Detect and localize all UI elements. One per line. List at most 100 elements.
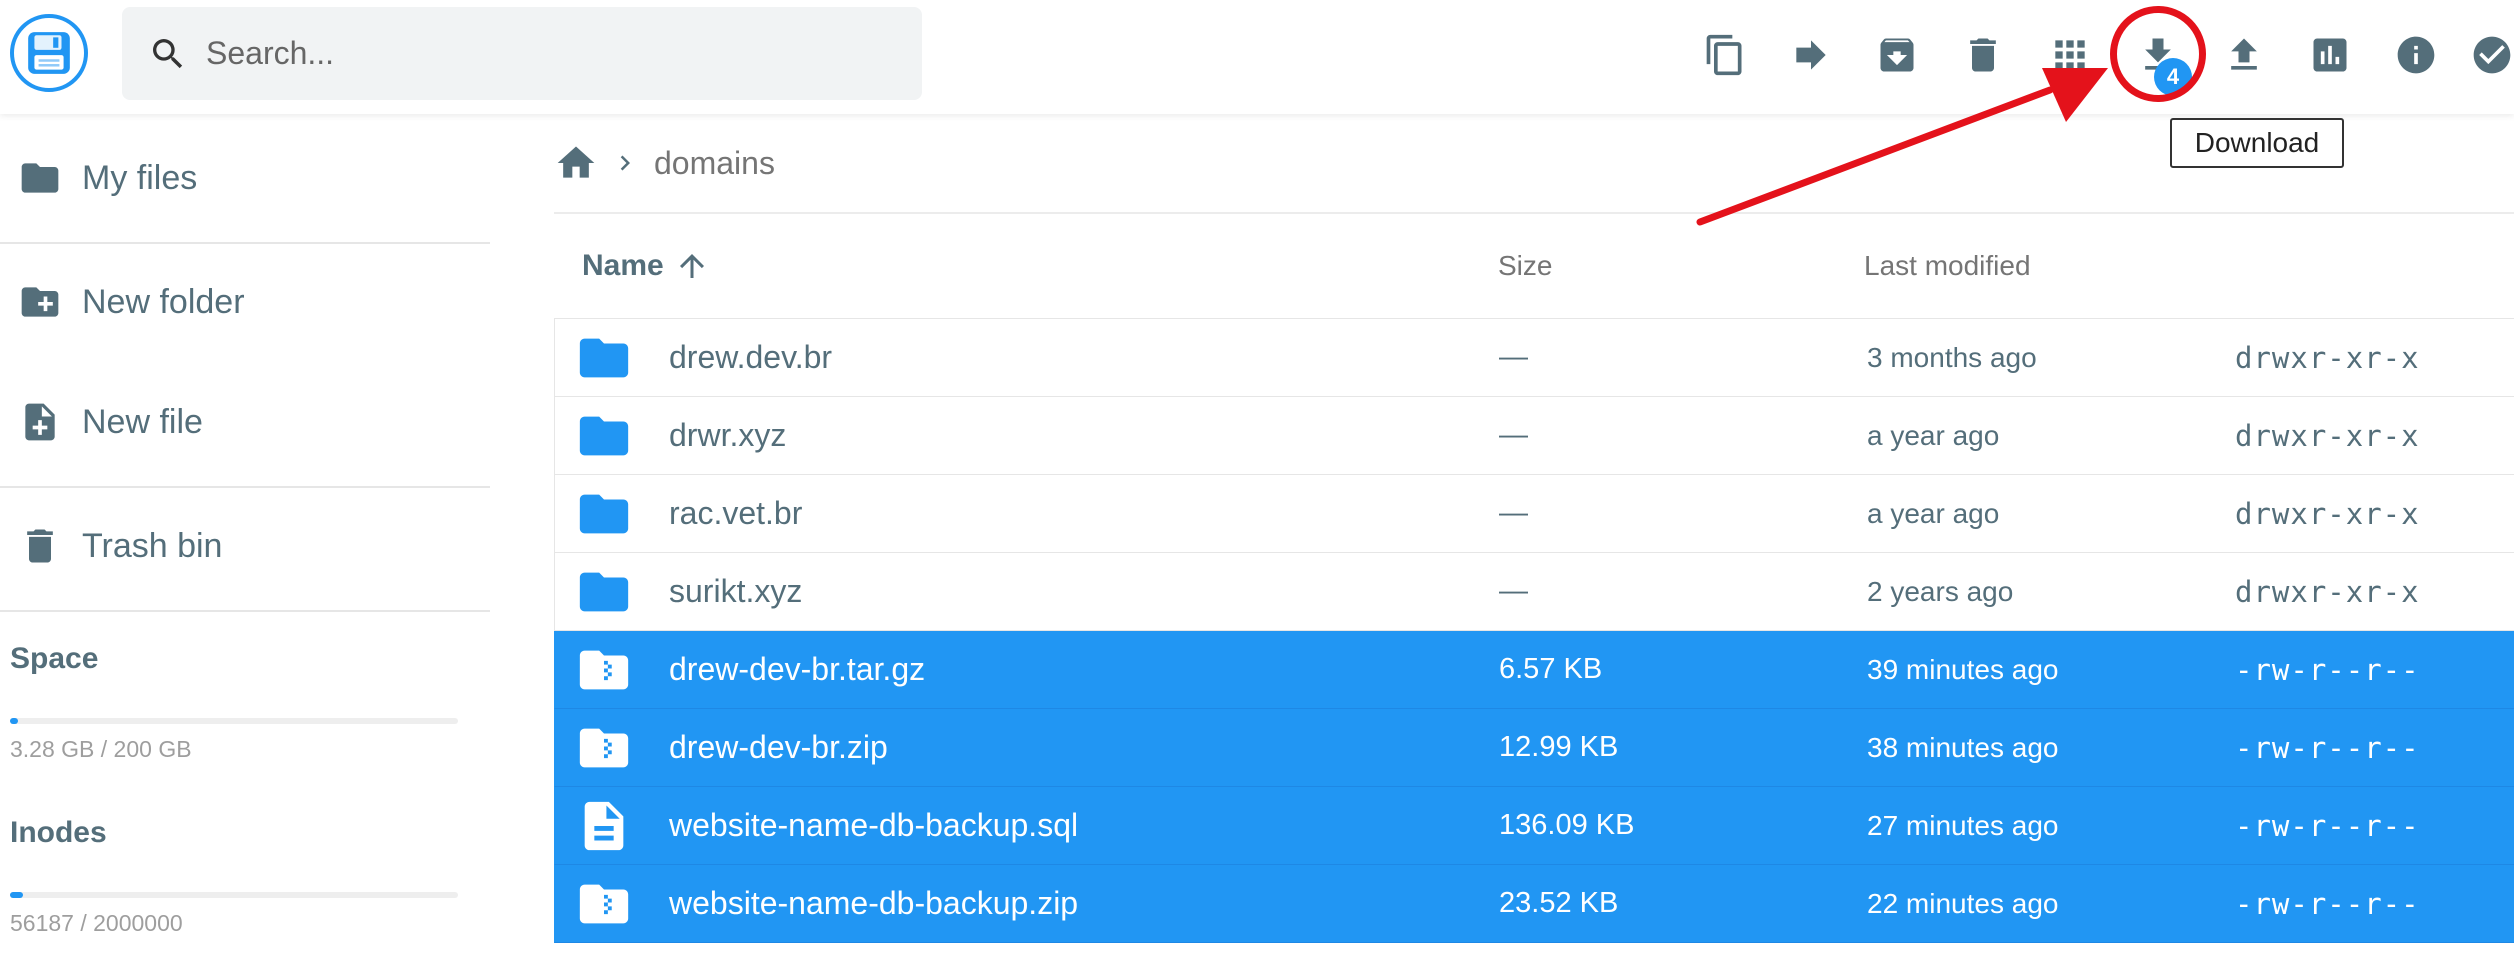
select-multiple-button[interactable] [2468, 20, 2514, 90]
file-modified: a year ago [1867, 497, 2000, 529]
divider [0, 242, 490, 244]
switch-view-button[interactable] [2035, 20, 2105, 90]
file-list: drew.dev.br —3 months ago drwxr-xr-x drwr.x… [554, 318, 2514, 943]
column-header-modified[interactable]: Last modified [1864, 214, 2031, 318]
file-row[interactable]: surikt.xyz — 2 years ago drwxr-xr-x [554, 553, 2514, 631]
divider [0, 486, 490, 488]
file-row[interactable]: drew-dev-br.tar.gz 6.57 KB 39 minutes ago -… [554, 631, 2514, 709]
highlight-circle [2110, 6, 2206, 102]
file-size: 23.52 KB [1499, 887, 1619, 919]
document-icon [575, 787, 633, 864]
trash-icon [1970, 38, 1996, 72]
upload-icon [2231, 38, 2257, 70]
sidebar-item-label: Trash bin [82, 526, 223, 565]
inodes-usage-text: 56187 / 2000000 [10, 910, 183, 936]
sidebar-item-label: New folder [82, 282, 245, 321]
upload-button[interactable] [2209, 20, 2279, 90]
arrow-upward-icon [679, 254, 704, 278]
file-size: 12.99 KB [1499, 731, 1619, 763]
inodes-progress-fill [10, 892, 23, 898]
file-modified: a year ago [1867, 419, 2000, 451]
space-progress-fill [10, 718, 18, 724]
search-input[interactable] [204, 34, 888, 73]
file-name: drew-dev-br.zip [669, 729, 888, 765]
breadcrumb-current[interactable]: domains [654, 145, 775, 182]
file-modified: 2 years ago [1867, 575, 2014, 607]
file-name: surikt.xyz [669, 573, 803, 609]
inodes-title: Inodes [10, 816, 107, 849]
file-name: website-name-db-backup.sql [669, 807, 1079, 843]
file-permissions: -rw-r--r-- [2235, 808, 2420, 843]
check-circle-icon [2473, 36, 2511, 74]
download-tooltip: Download [2170, 118, 2344, 168]
floppy-disk-icon [28, 32, 70, 74]
divider [0, 610, 490, 612]
file-row[interactable]: drew.dev.br — 3 months ago drwxr-xr-x [554, 318, 2514, 397]
move-button[interactable] [1776, 20, 1846, 90]
archive-button[interactable] [1862, 20, 1932, 90]
folder-icon [21, 163, 59, 193]
file-size: — [1499, 419, 1528, 451]
file-row[interactable]: rac.vet.br — a year ago drwxr-xr-x [554, 475, 2514, 553]
file-permissions: -rw-r--r-- [2235, 886, 2420, 921]
sidebar-item-new-folder[interactable]: New folder [0, 252, 490, 352]
trash-icon [27, 529, 53, 563]
file-modified: 22 minutes ago [1867, 887, 2059, 919]
folder-icon [575, 475, 633, 552]
file-size: 6.57 KB [1499, 653, 1603, 685]
zip-file-icon [575, 865, 633, 942]
column-header-name[interactable]: Name [582, 214, 710, 318]
file-permissions: drwxr-xr-x [2235, 574, 2420, 609]
sidebar-item-label: New file [82, 402, 203, 441]
folder-icon [575, 319, 633, 396]
sidebar-item-trash-bin[interactable]: Trash bin [0, 496, 490, 596]
file-name: rac.vet.br [669, 495, 803, 531]
file-modified: 38 minutes ago [1867, 731, 2059, 763]
app-logo[interactable] [10, 14, 88, 92]
sidebar-item-label: My files [82, 158, 198, 197]
file-name: drew-dev-br.tar.gz [669, 651, 926, 687]
archive-icon [1880, 38, 1914, 72]
sidebar-item-my-files[interactable]: My files [0, 128, 490, 228]
file-permissions: drwxr-xr-x [2235, 340, 2420, 375]
file-name: website-name-db-backup.zip [669, 885, 1079, 921]
file-name: drew.dev.br [669, 339, 833, 375]
file-permissions: drwxr-xr-x [2235, 496, 2420, 531]
file-row[interactable]: website-name-db-backup.sql 136.09 KB 27 mi… [554, 787, 2514, 865]
file-list-header: Name Size Last modified [554, 214, 2514, 318]
space-usage-text: 3.28 GB / 200 GB [10, 736, 192, 762]
search-bar[interactable] [122, 7, 922, 100]
note-add-icon [25, 403, 55, 441]
home-icon[interactable] [554, 141, 598, 185]
file-permissions: -rw-r--r-- [2235, 730, 2420, 765]
copy-button[interactable] [1690, 20, 1760, 90]
file-row[interactable]: drwr.xyz — a year ago drwxr-xr-x [554, 397, 2514, 475]
inodes-progress-bar [10, 892, 458, 898]
delete-button[interactable] [1948, 20, 2018, 90]
disk-usage-button[interactable] [2295, 20, 2365, 90]
create-new-folder-icon [21, 287, 59, 317]
search-icon [153, 38, 183, 68]
file-size: 136.09 KB [1499, 809, 1635, 841]
file-permissions: -rw-r--r-- [2235, 652, 2420, 687]
bar-chart-icon [2313, 38, 2347, 72]
column-header-size[interactable]: Size [1498, 214, 1552, 318]
grid-view-icon [2055, 40, 2085, 70]
file-size: — [1499, 575, 1528, 607]
file-modified: 3 months ago [1867, 341, 2037, 373]
file-row[interactable]: website-name-db-backup.zip 23.52 KB 22 min… [554, 865, 2514, 943]
arrow-forward-icon [1796, 40, 1826, 70]
info-icon [2397, 36, 2435, 74]
folder-icon [575, 397, 633, 474]
breadcrumb: domains [554, 130, 775, 196]
zip-file-icon [575, 631, 633, 708]
file-row[interactable]: drew-dev-br.zip 12.99 KB 38 minutes ago -rw… [554, 709, 2514, 787]
file-modified: 27 minutes ago [1867, 809, 2059, 841]
space-progress-bar [10, 718, 458, 724]
copy-icon [1706, 34, 1742, 76]
file-size: — [1499, 497, 1528, 529]
info-button[interactable] [2381, 20, 2451, 90]
file-modified: 39 minutes ago [1867, 653, 2059, 685]
file-size: — [1499, 341, 1528, 373]
sidebar-item-new-file[interactable]: New file [0, 372, 490, 472]
